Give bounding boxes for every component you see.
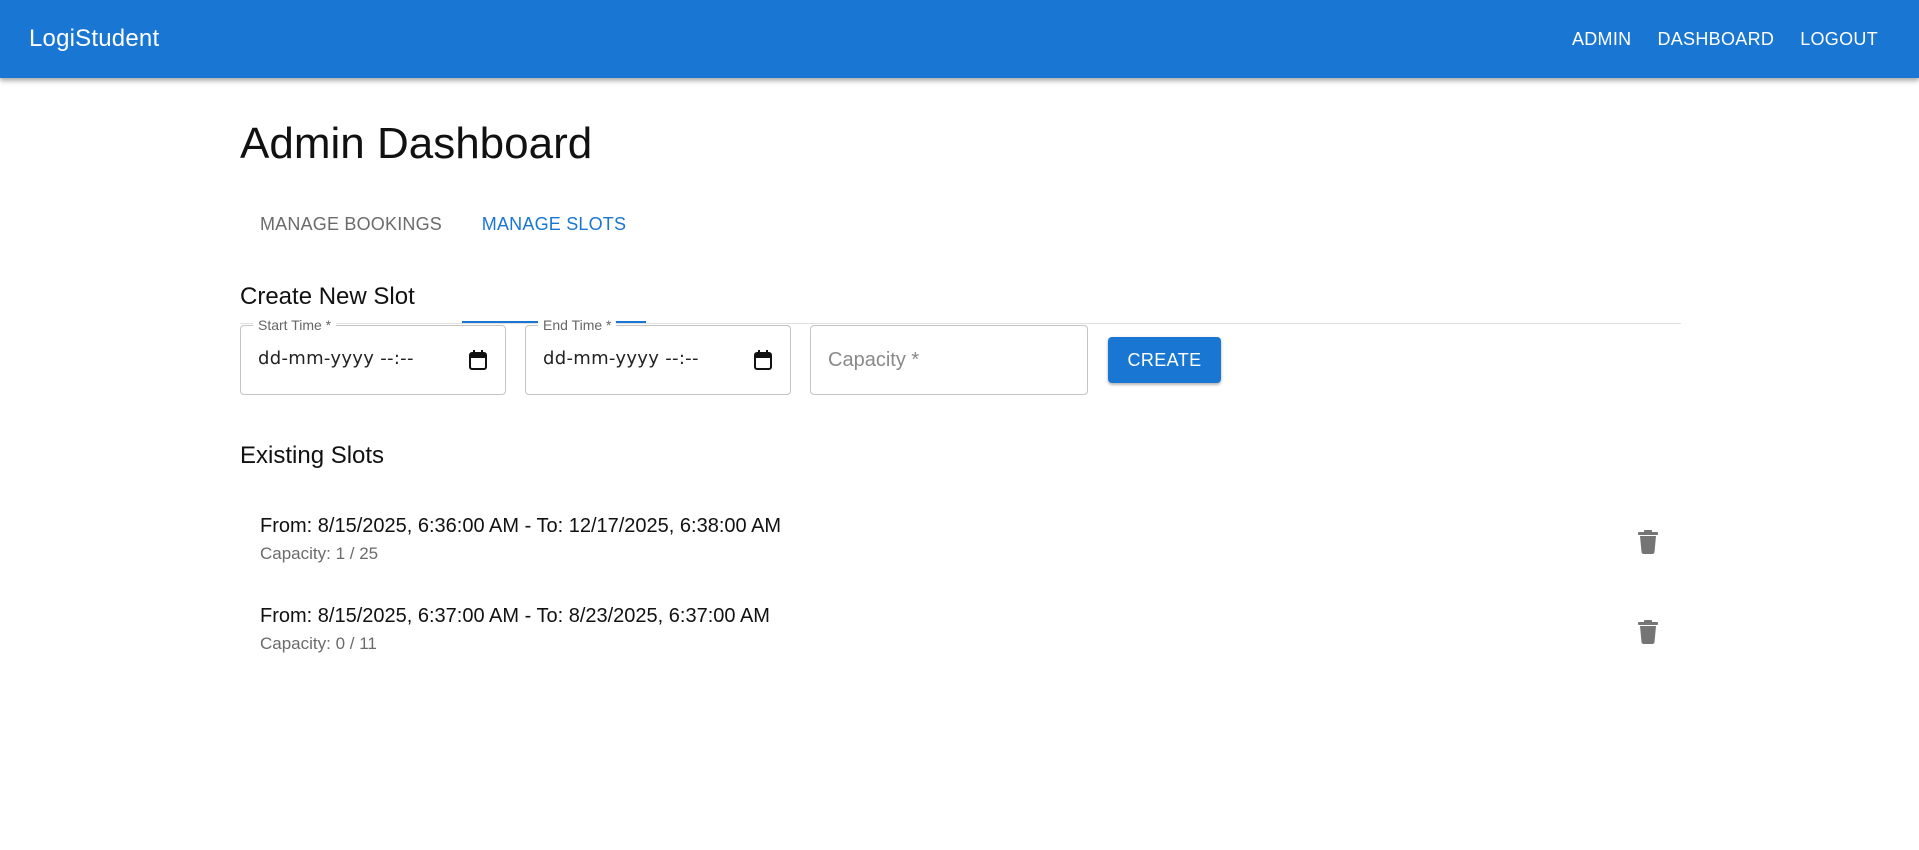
slot-time-range: From: 8/15/2025, 6:37:00 AM - To: 8/23/2… (260, 605, 770, 627)
nav-logout-button[interactable]: LOGOUT (1790, 21, 1888, 58)
start-time-field[interactable]: Start Time * dd-mm-yyyy --:-- (240, 316, 506, 395)
slot-capacity: Capacity: 1 / 25 (260, 544, 379, 563)
existing-slots-heading: Existing Slots (240, 442, 385, 469)
page-title: Admin Dashboard (240, 119, 593, 168)
start-time-value: dd-mm-yyyy --:-- (258, 348, 414, 369)
create-slot-heading: Create New Slot (240, 283, 415, 310)
trash-icon (1638, 620, 1658, 644)
create-button[interactable]: CREATE (1108, 337, 1221, 383)
tab-label: MANAGE SLOTS (481, 214, 627, 234)
slot-capacity: Capacity: 0 / 11 (260, 634, 377, 653)
end-time-field[interactable]: End Time * dd-mm-yyyy --:-- (525, 316, 791, 395)
calendar-icon[interactable] (754, 350, 772, 370)
tab-bar: MANAGE BOOKINGS MANAGE SLOTS (240, 192, 1681, 324)
capacity-placeholder: Capacity * (828, 349, 920, 371)
tab-label: MANAGE BOOKINGS (259, 214, 443, 234)
nav-dashboard-button[interactable]: DASHBOARD (1647, 21, 1784, 58)
nav-admin-button[interactable]: ADMIN (1562, 21, 1642, 58)
brand-logo-text[interactable]: LogiStudent (29, 25, 159, 53)
capacity-field[interactable]: Capacity * (810, 325, 1088, 395)
delete-button[interactable] (1634, 527, 1662, 557)
tabs-divider (240, 323, 1681, 324)
slot-time-range: From: 8/15/2025, 6:36:00 AM - To: 12/17/… (260, 515, 782, 537)
app-bar: LogiStudent ADMIN DASHBOARD LOGOUT (0, 0, 1919, 78)
list-item: From: 8/15/2025, 6:37:00 AM - To: 8/23/2… (240, 595, 1681, 685)
end-time-value: dd-mm-yyyy --:-- (543, 348, 699, 369)
delete-button[interactable] (1634, 617, 1662, 647)
trash-icon (1638, 530, 1658, 554)
tab-manage-slots[interactable]: MANAGE SLOTS (462, 192, 646, 323)
list-item: From: 8/15/2025, 6:36:00 AM - To: 12/17/… (240, 505, 1681, 595)
top-nav: ADMIN DASHBOARD LOGOUT (1562, 21, 1890, 58)
end-time-label: End Time * (538, 316, 617, 334)
calendar-icon[interactable] (469, 350, 487, 370)
start-time-label: Start Time * (253, 316, 337, 334)
